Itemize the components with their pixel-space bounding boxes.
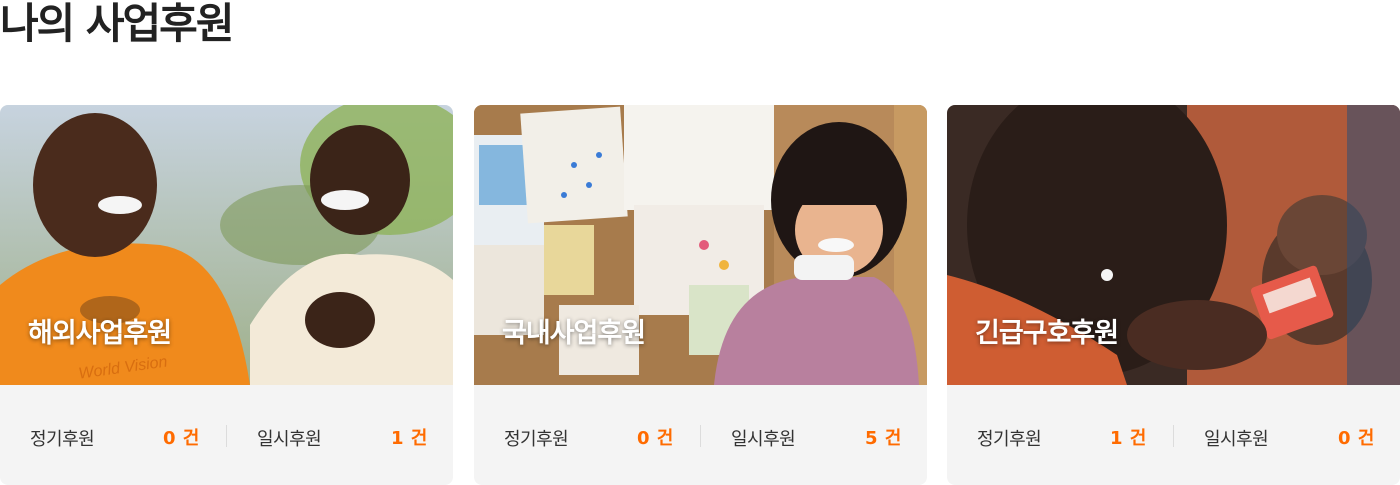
card-stats: 정기후원 0 건 일시후원 5 건 bbox=[474, 385, 927, 485]
stat-divider bbox=[700, 425, 701, 447]
domestic-support-card[interactable]: 국내사업후원 정기후원 0 건 일시후원 5 건 bbox=[474, 105, 927, 485]
card-stats: 정기후원 0 건 일시후원 1 건 bbox=[0, 385, 453, 485]
emergency-relief-photo: 긴급구호후원 bbox=[947, 105, 1400, 385]
regular-support-count[interactable]: 1 건 bbox=[1110, 424, 1147, 450]
onetime-support-label: 일시후원 bbox=[731, 429, 796, 450]
card-title: 긴급구호후원 bbox=[975, 318, 1119, 349]
page-title: 나의 사업후원 bbox=[0, 0, 234, 48]
regular-support-count[interactable]: 0 건 bbox=[163, 424, 200, 450]
regular-support-label: 정기후원 bbox=[977, 429, 1042, 450]
card-stats: 정기후원 1 건 일시후원 0 건 bbox=[947, 385, 1400, 485]
regular-support-count[interactable]: 0 건 bbox=[637, 424, 674, 450]
emergency-relief-card[interactable]: 긴급구호후원 정기후원 1 건 일시후원 0 건 bbox=[947, 105, 1400, 485]
overseas-support-photo: World Vision 해외사업후원 bbox=[0, 105, 453, 385]
onetime-support-count[interactable]: 0 건 bbox=[1338, 424, 1375, 450]
onetime-support-label: 일시후원 bbox=[1204, 429, 1269, 450]
card-title: 해외사업후원 bbox=[28, 318, 172, 349]
stat-divider bbox=[1173, 425, 1174, 447]
onetime-support-count[interactable]: 1 건 bbox=[391, 424, 428, 450]
regular-support-label: 정기후원 bbox=[30, 429, 95, 450]
onetime-support-count[interactable]: 5 건 bbox=[865, 424, 902, 450]
card-title: 국내사업후원 bbox=[502, 318, 646, 349]
overseas-support-card[interactable]: World Vision 해외사업후원 정기후원 0 건 일시후원 1 건 bbox=[0, 105, 453, 485]
onetime-support-label: 일시후원 bbox=[257, 429, 322, 450]
regular-support-label: 정기후원 bbox=[504, 429, 569, 450]
support-cards: World Vision 해외사업후원 정기후원 0 건 일시후원 1 건 국내… bbox=[0, 105, 1400, 485]
stat-divider bbox=[226, 425, 227, 447]
domestic-support-photo: 국내사업후원 bbox=[474, 105, 927, 385]
